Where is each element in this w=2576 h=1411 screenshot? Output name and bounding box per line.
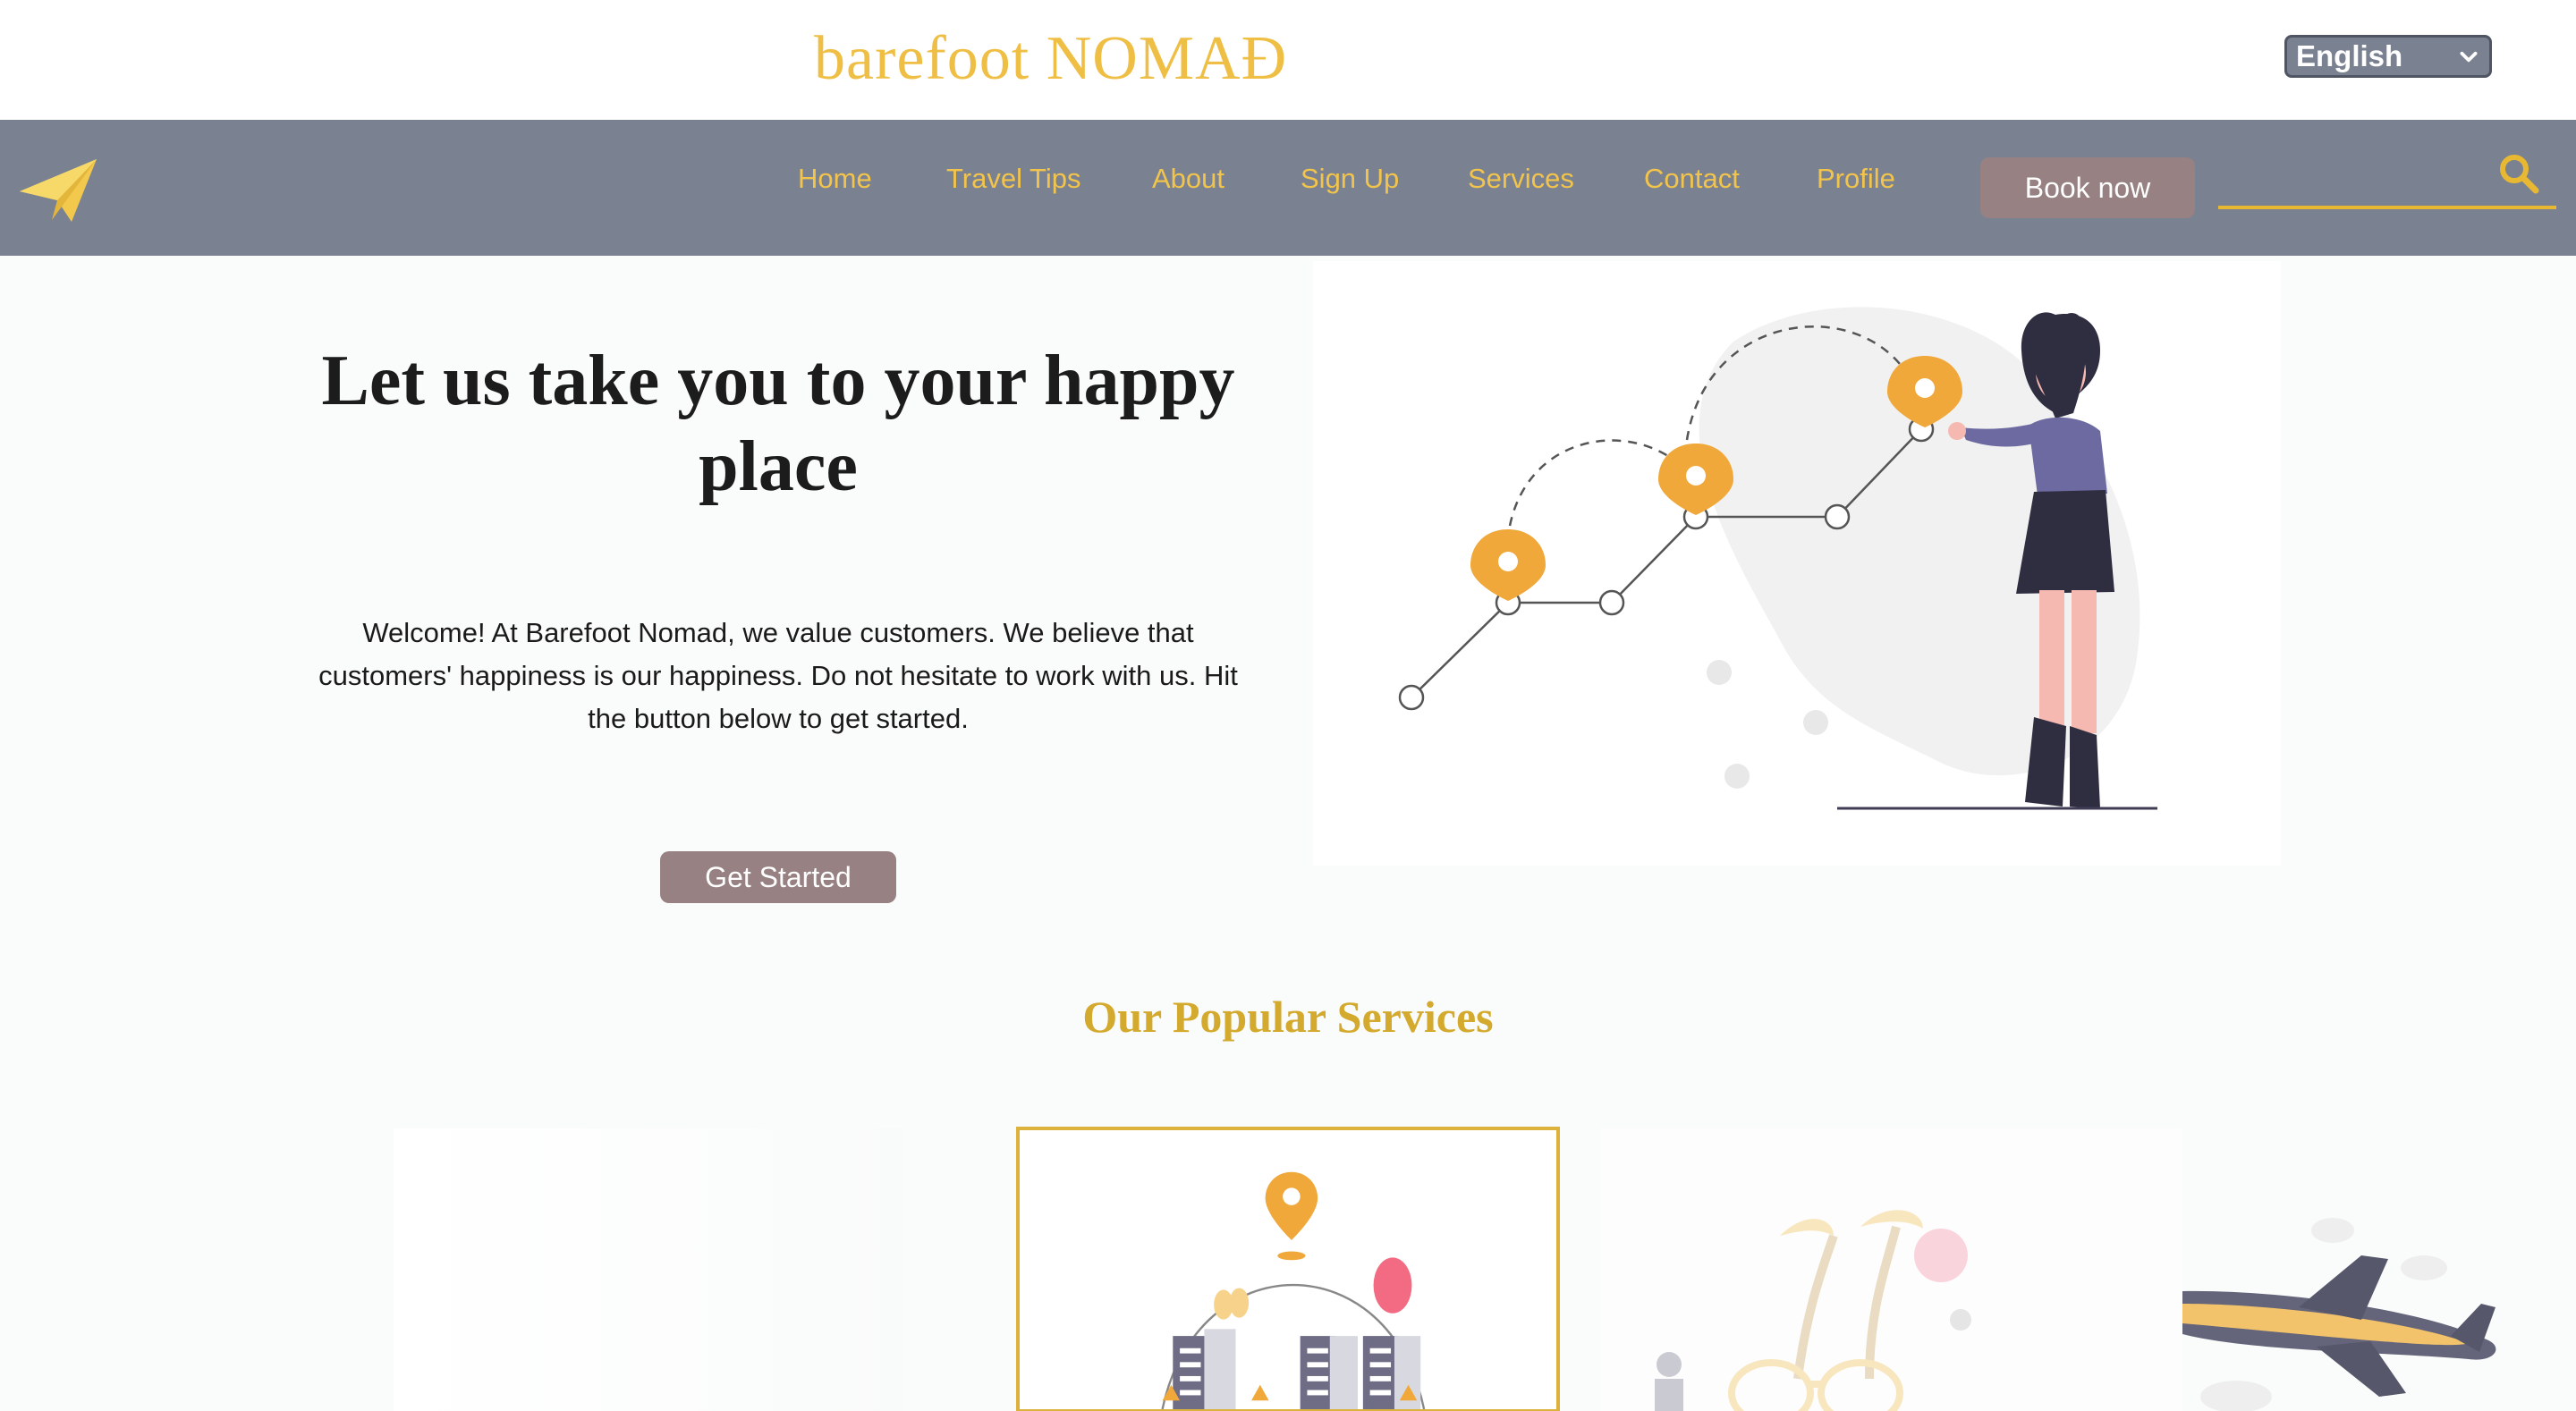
hero-title: Let us take you to your happy place — [321, 342, 1235, 506]
language-select[interactable]: English — [2284, 35, 2492, 78]
hero-illustration — [1313, 261, 2281, 866]
book-now-button[interactable]: Book now — [1980, 157, 2195, 218]
city-travel-illustration — [1161, 1171, 1426, 1409]
service-card[interactable] — [394, 1128, 903, 1411]
location-pin-icon — [1470, 529, 1546, 601]
service-card-featured[interactable] — [1016, 1127, 1560, 1411]
nav-services[interactable]: Services — [1468, 152, 1574, 206]
location-pin-icon — [1265, 1171, 1318, 1261]
paper-plane-icon[interactable] — [18, 156, 98, 225]
search-icon[interactable] — [2497, 152, 2540, 195]
nav-contact[interactable]: Contact — [1644, 152, 1740, 206]
services-section-title: Our Popular Services — [1082, 992, 1494, 1042]
beach-illustration — [1655, 1210, 1971, 1411]
top-header: barefoot NOMAĐ English — [0, 0, 2576, 120]
main-navbar: Home Travel Tips About Sign Up Services … — [0, 120, 2576, 256]
search-box — [2218, 138, 2556, 231]
language-selected-value: English — [2296, 39, 2403, 72]
service-card[interactable] — [1601, 1128, 2182, 1411]
service-card[interactable] — [2182, 1128, 2576, 1411]
hero-description: Welcome! At Barefoot Nomad, we value cus… — [318, 617, 1238, 734]
nav-about[interactable]: About — [1152, 152, 1224, 206]
get-started-button[interactable]: Get Started — [660, 851, 896, 903]
nav-sign-up[interactable]: Sign Up — [1301, 152, 1399, 206]
chevron-down-icon — [2460, 51, 2478, 63]
nav-profile[interactable]: Profile — [1817, 152, 1895, 206]
airplane-illustration — [2182, 1218, 2496, 1411]
travel-map-illustration — [1398, 307, 2157, 810]
nav-travel-tips[interactable]: Travel Tips — [946, 152, 1080, 206]
brand-logo-text[interactable]: barefoot NOMAĐ — [814, 23, 1287, 95]
nav-home[interactable]: Home — [798, 152, 872, 206]
